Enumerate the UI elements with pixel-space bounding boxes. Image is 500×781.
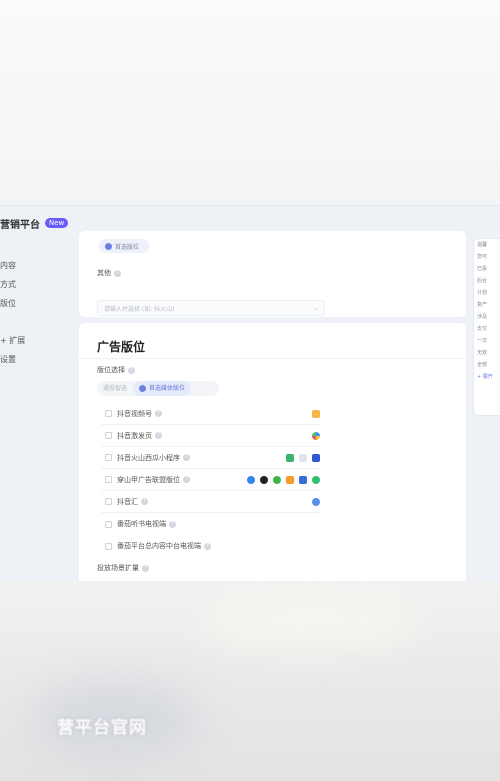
targeting-card: 首选版位 其他 ? 请输入并选择 (如: 抖火山) ⌄ [79,231,466,317]
sidebar-item-method[interactable]: 方式 [0,275,70,294]
help-icon[interactable]: ? [128,366,135,374]
right-info-panel: 温馨 您可 已投 后台 计划 复产 涉及 支付 一次 无效 全部 + 展开 [473,238,500,416]
list-item[interactable]: 抖音火山西瓜小程序 ? [101,447,322,469]
checkbox[interactable] [105,410,112,417]
media-icons [312,410,320,418]
row-label: 番茄听书电视端 [117,520,166,528]
placement-tabs: 通投智选 首选媒体版位 [97,381,219,396]
placement-select-label-text: 版位选择 [97,366,125,374]
help-icon[interactable]: ? [169,520,176,528]
penguin-icon [260,476,268,484]
row-label: 穿山甲广告联盟版位 [117,475,180,484]
section-title: 广告版位 [97,340,146,354]
other-select[interactable]: 请输入并选择 (如: 抖火山) ⌄ [97,300,325,316]
help-icon[interactable]: ? [114,269,121,277]
list-item[interactable]: 抖音视频号 ? [101,403,322,425]
highlight-spot [200,591,420,651]
expand-link[interactable]: + 展开 [474,371,500,383]
help-icon[interactable]: ? [183,476,190,483]
checkbox[interactable] [105,520,112,528]
info-line: 支付 [477,326,488,332]
chip-label: 首选版位 [115,243,140,251]
info-line: 一次 [477,338,488,344]
help-icon[interactable]: ? [155,432,162,439]
checkbox[interactable] [105,498,112,505]
help-icon[interactable]: ? [142,564,149,572]
help-icon[interactable]: ? [155,410,162,417]
checkbox[interactable] [105,542,112,550]
media-icons [286,454,320,462]
divider [79,358,466,359]
new-badge: New [45,218,69,228]
info-line: 温馨 [477,242,488,248]
row-label: 抖音火山西瓜小程序 [117,453,180,462]
sidebar-item-placement[interactable]: 版位 [0,294,70,313]
placement-card: 广告版位 版位选择 ? 通投智选 首选媒体版位 抖音视频号 ? 抖音激发页 ? … [79,323,466,581]
info-line: 全部 [477,362,488,368]
sidebar-item-extend[interactable]: + 扩展 [0,331,70,350]
brand: 营销平台 New [0,214,69,232]
play-icon [312,476,320,484]
sidebar-item-content[interactable]: 内容 [0,256,70,275]
app-icon-orange [286,476,294,484]
checkbox[interactable] [105,432,112,439]
other-label-text: 其他 [97,269,111,277]
checkbox[interactable] [105,476,112,483]
help-icon[interactable]: ? [183,454,190,461]
media-icons [312,498,320,506]
info-line: 涉及 [477,314,488,320]
check-icon [139,385,147,392]
app-icon-green [273,476,281,484]
info-line: 后台 [477,278,488,284]
info-line: 计划 [477,290,488,296]
info-line: 已投 [477,266,488,272]
sidebar: 内容 方式 版位 + 扩展 设置 [0,256,70,369]
info-line: 复产 [477,302,488,308]
media-icons [312,432,320,440]
scene-expansion-label-text: 投放场景扩量 [97,564,139,572]
download-icon [312,454,320,462]
media-icons [247,476,320,484]
select-placeholder: 请输入并选择 (如: 抖火山) [104,305,175,313]
app-window: 营销平台 New 内容 方式 版位 + 扩展 设置 首选版位 其他 ? 请输入并… [0,205,500,581]
link-icon [299,454,307,462]
tab-auto[interactable]: 通投智选 [97,381,133,396]
row-label: 抖音汇 [117,497,138,506]
other-label: 其他 ? [97,268,121,278]
recycle-icon [286,454,294,462]
app-icon-blue [247,476,255,484]
brand-name: 营销平台 [0,219,40,231]
list-item[interactable]: 番茄平台总内容中台电视端 ? [101,535,322,557]
list-item[interactable]: 番茄听书电视端 ? [101,513,322,535]
list-item[interactable]: 抖音激发页 ? [101,425,322,447]
help-icon[interactable]: ? [204,542,211,550]
row-label: 抖音视频号 [117,409,152,418]
list-item[interactable]: 抖音汇 ? [101,491,322,513]
butterfly-icon [312,410,320,418]
colorful-circle-icon [312,432,320,440]
tab-preferred-media[interactable]: 首选媒体版位 [133,381,192,396]
preferred-placement-chip[interactable]: 首选版位 [99,239,149,253]
placement-select-label: 版位选择 ? [97,365,135,375]
app-icon-light-blue [312,498,320,506]
checkbox[interactable] [105,454,112,461]
info-line: 您可 [477,254,488,260]
scene-expansion-label: 投放场景扩量 ? [97,563,149,573]
overlay-caption: 营平台官网 [57,718,147,738]
app-icon-navy [299,476,307,484]
row-label: 番茄平台总内容中台电视端 [117,542,201,550]
list-item[interactable]: 穿山甲广告联盟版位 ? [101,469,322,491]
row-label: 抖音激发页 [117,431,152,440]
chevron-down-icon: ⌄ [312,304,318,312]
top-blank-area [0,0,500,205]
blurred-overlay: 营平台官网 [0,581,500,781]
check-icon [105,242,112,250]
tab-preferred-media-label: 首选媒体版位 [149,385,186,392]
info-line: 无效 [477,350,488,356]
sidebar-item-settings[interactable]: 设置 [0,350,70,369]
help-icon[interactable]: ? [141,498,148,505]
placement-list: 抖音视频号 ? 抖音激发页 ? 抖音火山西瓜小程序 ? 穿山甲广告联盟版位 ? … [101,403,322,557]
